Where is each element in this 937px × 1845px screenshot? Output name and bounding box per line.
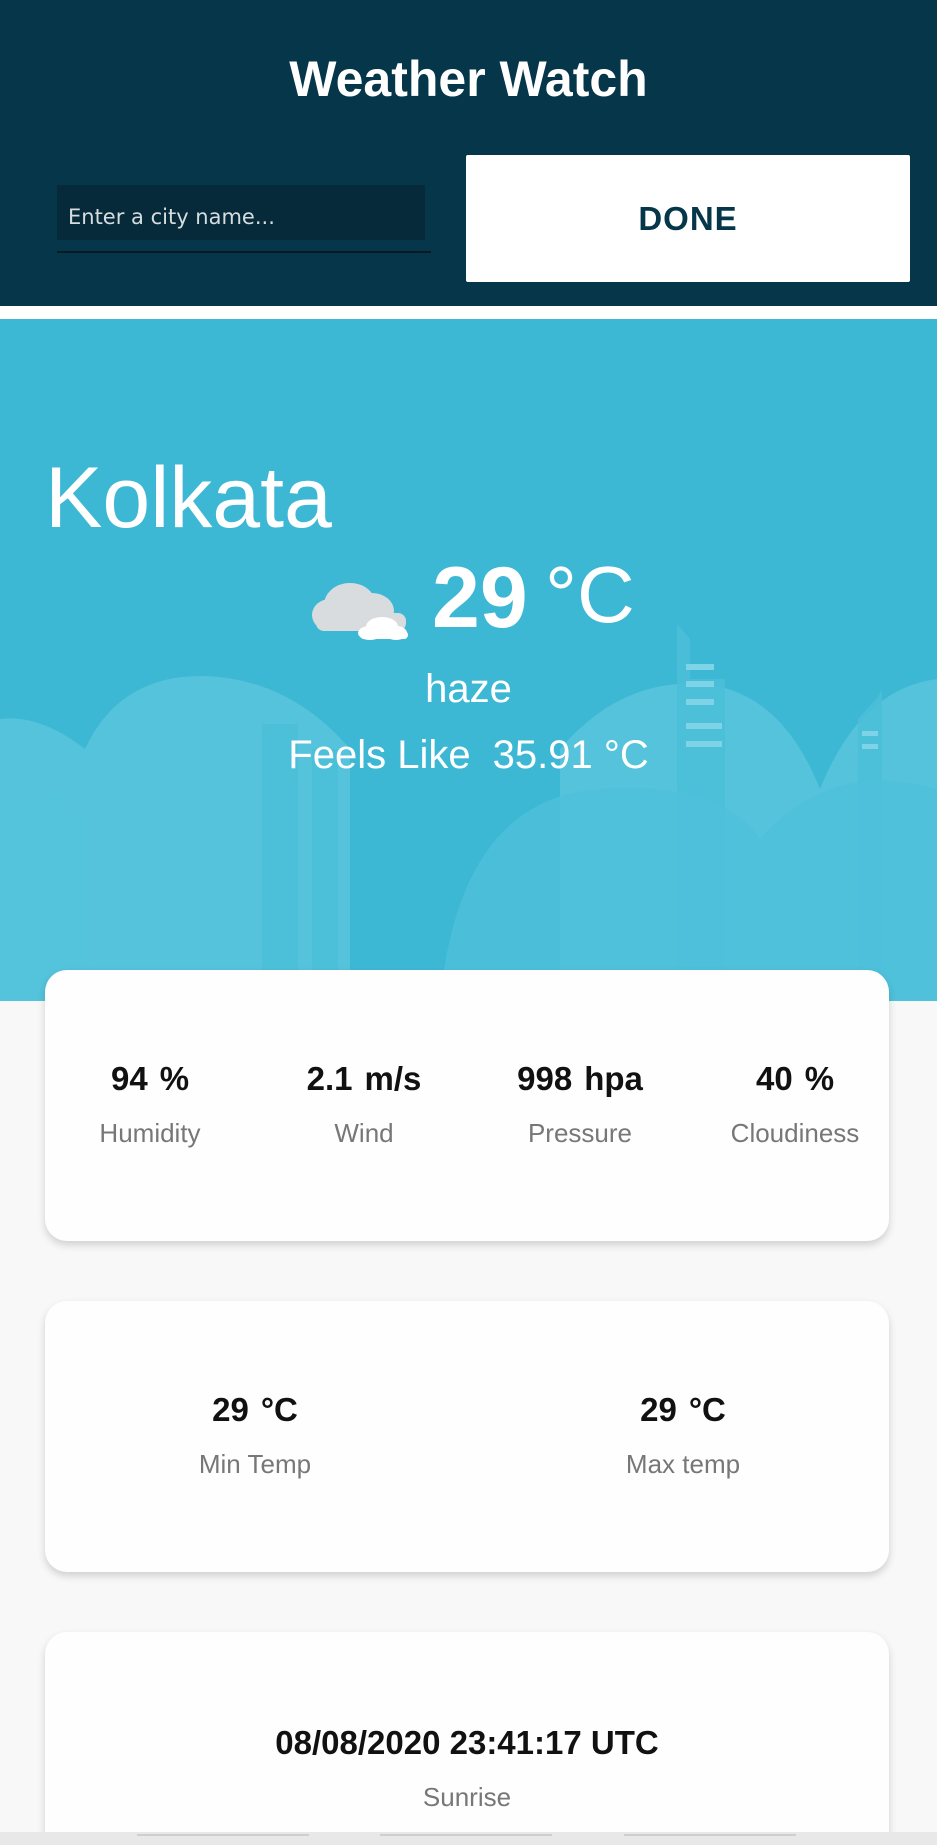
min-max-temp-card: 29 °C Min Temp 29 °C Max temp bbox=[45, 1301, 889, 1572]
wind-unit: m/s bbox=[364, 1060, 422, 1097]
bottom-nav-strip bbox=[0, 1832, 937, 1845]
cloudiness-stat: 40% Cloudiness bbox=[690, 1060, 900, 1149]
weather-app: Weather Watch DONE Kolkata bbox=[0, 0, 937, 1845]
weather-stats-card: 94% Humidity 2.1 m/s Wind 998 hpa Pressure… bbox=[45, 970, 889, 1241]
pressure-stat: 998 hpa Pressure bbox=[475, 1060, 685, 1149]
pressure-unit: hpa bbox=[584, 1060, 643, 1097]
sunrise-card: 08/08/2020 23:41:17 UTC Sunrise bbox=[45, 1632, 889, 1845]
cloudiness-label: Cloudiness bbox=[730, 1118, 860, 1148]
temperature-row: 29 °C bbox=[0, 549, 937, 659]
cloudiness-value: 40 bbox=[755, 1060, 793, 1097]
temperature-unit: °C bbox=[545, 550, 635, 639]
wind-label: Wind bbox=[334, 1118, 394, 1148]
wind-value: 2.1 bbox=[306, 1060, 353, 1097]
max-temp-label: Max temp bbox=[625, 1449, 741, 1479]
min-temp-label: Min Temp bbox=[198, 1449, 312, 1479]
max-temp-value: 29 bbox=[640, 1391, 677, 1428]
min-temp-value: 29 bbox=[212, 1391, 249, 1428]
cloudiness-unit: % bbox=[804, 1060, 835, 1097]
current-weather-panel: Kolkata 29 °C haze Feels Like 35.91 °C bbox=[0, 319, 937, 1001]
humidity-value: 94 bbox=[110, 1060, 148, 1097]
sunrise-value: 08/08/2020 23:41:17 UTC bbox=[275, 1724, 659, 1761]
feels-like-row: Feels Like 35.91 °C bbox=[0, 733, 937, 778]
city-name: Kolkata bbox=[45, 450, 332, 546]
temperature-value: 29 bbox=[432, 550, 528, 646]
weather-description: haze bbox=[425, 667, 512, 711]
humidity-stat: 94% Humidity bbox=[45, 1060, 255, 1149]
sunrise-stat: 08/08/2020 23:41:17 UTC Sunrise bbox=[167, 1724, 767, 1813]
humidity-unit: % bbox=[159, 1060, 190, 1097]
header-divider bbox=[0, 306, 937, 319]
city-skyline-background bbox=[0, 624, 937, 1001]
nav-indicator bbox=[624, 1834, 796, 1836]
min-temp-stat: 29 °C Min Temp bbox=[150, 1391, 360, 1480]
max-temp-stat: 29 °C Max temp bbox=[578, 1391, 788, 1480]
min-temp-unit: °C bbox=[260, 1391, 298, 1428]
feels-like-label: Feels Like bbox=[288, 733, 471, 777]
app-title: Weather Watch bbox=[289, 51, 648, 107]
pressure-label: Pressure bbox=[527, 1118, 633, 1148]
sunrise-label: Sunrise bbox=[422, 1782, 512, 1812]
humidity-label: Humidity bbox=[99, 1118, 201, 1148]
nav-indicator bbox=[380, 1834, 552, 1836]
feels-like-value: 35.91 °C bbox=[492, 733, 649, 777]
city-search-input[interactable] bbox=[57, 185, 425, 240]
partly-cloudy-icon bbox=[312, 583, 408, 640]
done-button[interactable]: DONE bbox=[466, 155, 910, 282]
pressure-value: 998 bbox=[517, 1060, 573, 1097]
nav-indicator bbox=[137, 1834, 309, 1836]
max-temp-unit: °C bbox=[688, 1391, 726, 1428]
app-header: Weather Watch DONE bbox=[0, 0, 937, 306]
search-field bbox=[57, 185, 431, 253]
wind-stat: 2.1 m/s Wind bbox=[259, 1060, 469, 1149]
